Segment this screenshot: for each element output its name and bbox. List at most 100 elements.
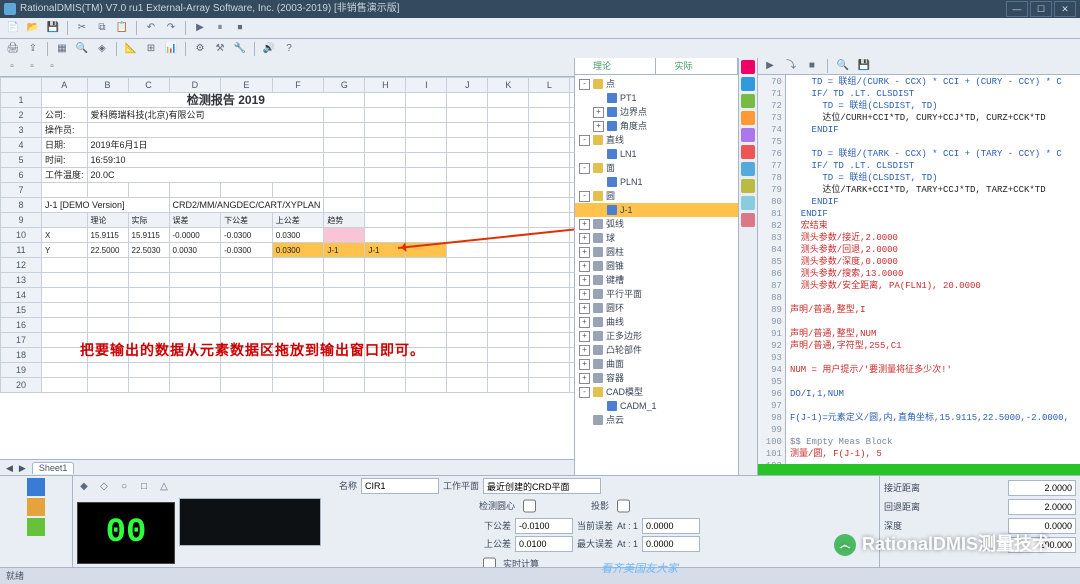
align-icon[interactable]: ⊞: [142, 40, 160, 58]
side-icon-7[interactable]: [741, 162, 755, 176]
tree-node[interactable]: +键槽: [575, 273, 738, 287]
tree-node[interactable]: -直线: [575, 133, 738, 147]
tree-node[interactable]: +角度点: [575, 119, 738, 133]
undo-icon[interactable]: ↶: [142, 19, 160, 37]
tool3-icon[interactable]: 🔧: [231, 40, 249, 58]
workplane-input[interactable]: [483, 478, 601, 494]
code-step-icon[interactable]: ⤵: [782, 57, 800, 75]
expand-icon[interactable]: +: [579, 303, 590, 314]
expand-icon[interactable]: +: [579, 261, 590, 272]
expand-icon[interactable]: +: [579, 219, 590, 230]
tree-node[interactable]: +曲面: [575, 357, 738, 371]
minimize-button[interactable]: —: [1006, 1, 1028, 17]
expand-icon[interactable]: +: [579, 373, 590, 384]
tree-node[interactable]: +容器: [575, 371, 738, 385]
name-input[interactable]: [361, 478, 439, 494]
tree-node[interactable]: +凸轮部件: [575, 343, 738, 357]
tree-node[interactable]: +圆柱: [575, 245, 738, 259]
tool2-icon[interactable]: ⚒: [211, 40, 229, 58]
dock-icon-2[interactable]: ◇: [95, 478, 113, 496]
expand-icon[interactable]: +: [579, 345, 590, 356]
expand-icon[interactable]: -: [579, 191, 590, 202]
side-icon-1[interactable]: [741, 60, 755, 74]
tree-node[interactable]: +平行平面: [575, 287, 738, 301]
stop-icon[interactable]: ⏹: [231, 19, 249, 37]
print-icon[interactable]: 🖨: [4, 40, 22, 58]
side-icon-9[interactable]: [741, 196, 755, 210]
open-icon[interactable]: 📂: [24, 19, 42, 37]
tree-node[interactable]: +正多边形: [575, 329, 738, 343]
dock-icon-1[interactable]: ◆: [75, 478, 93, 496]
code-save-icon[interactable]: 💾: [855, 57, 873, 75]
ltol-input[interactable]: [515, 518, 573, 534]
tree-node[interactable]: LN1LN1: [575, 147, 738, 161]
redo-icon[interactable]: ↷: [162, 19, 180, 37]
detect-checkbox[interactable]: [523, 499, 536, 513]
new-file-icon[interactable]: 📄: [4, 19, 22, 37]
code-stop-icon[interactable]: ■: [803, 57, 821, 75]
voice-icon[interactable]: 🔊: [260, 40, 278, 58]
help-icon[interactable]: ?: [280, 40, 298, 58]
cut-icon[interactable]: ✂: [73, 19, 91, 37]
side-icon-6[interactable]: [741, 145, 755, 159]
paste-icon[interactable]: 📋: [113, 19, 131, 37]
code-find-icon[interactable]: 🔍: [834, 57, 852, 75]
tree-node[interactable]: -面: [575, 161, 738, 175]
side-icon-3[interactable]: [741, 94, 755, 108]
tab-sheet1[interactable]: Sheet1: [32, 462, 75, 474]
tree-node[interactable]: -圆: [575, 189, 738, 203]
close-button[interactable]: ✕: [1054, 1, 1076, 17]
expand-icon[interactable]: -: [579, 79, 590, 90]
expand-icon[interactable]: +: [579, 289, 590, 300]
sheet-new-icon[interactable]: ▫: [3, 58, 21, 76]
curdev-input[interactable]: [642, 518, 700, 534]
tree-node[interactable]: +圆锥: [575, 259, 738, 273]
tree-node[interactable]: -CAD模型: [575, 385, 738, 399]
feature-tree[interactable]: -点PT1PT1+边界点+角度点-直线LN1LN1-面PLN1PLN1-圆J-1…: [575, 75, 738, 476]
tree-node[interactable]: +球: [575, 231, 738, 245]
proj-checkbox[interactable]: [617, 499, 630, 513]
tool1-icon[interactable]: ⚙: [191, 40, 209, 58]
tree-node[interactable]: +圆环: [575, 301, 738, 315]
sheet-tabs[interactable]: ◀▶ Sheet1: [0, 459, 574, 476]
retreat-input[interactable]: [1008, 499, 1076, 515]
expand-icon[interactable]: +: [579, 275, 590, 286]
tree-node[interactable]: -点: [575, 77, 738, 91]
side-icon-2[interactable]: [741, 77, 755, 91]
tree-node[interactable]: J-1J-1: [575, 203, 738, 217]
report-icon[interactable]: 📊: [162, 40, 180, 58]
maximize-button[interactable]: ☐: [1030, 1, 1052, 17]
expand-icon[interactable]: +: [579, 331, 590, 342]
view3d-icon[interactable]: ◈: [93, 40, 111, 58]
side-icon-5[interactable]: [741, 128, 755, 142]
dock-icon-3[interactable]: ○: [115, 478, 133, 496]
pause-icon[interactable]: ⏸: [211, 19, 229, 37]
sheet-save-icon[interactable]: ▫: [43, 58, 61, 76]
tree-node[interactable]: +边界点: [575, 105, 738, 119]
measure-icon[interactable]: 📐: [122, 40, 140, 58]
code-editor[interactable]: 7071727374757677787980818283848586878889…: [758, 75, 1080, 464]
expand-icon[interactable]: +: [593, 121, 604, 132]
export-icon[interactable]: ⇪: [24, 40, 42, 58]
code-run-icon[interactable]: ▶: [761, 57, 779, 75]
utol-input[interactable]: [515, 536, 573, 552]
approach-input[interactable]: [1008, 480, 1076, 496]
tree-node[interactable]: PLN1PLN1: [575, 175, 738, 189]
expand-icon[interactable]: +: [579, 359, 590, 370]
tree-node[interactable]: +弧线: [575, 217, 738, 231]
expand-icon[interactable]: +: [579, 247, 590, 258]
expand-icon[interactable]: -: [579, 135, 590, 146]
side-icon-4[interactable]: [741, 111, 755, 125]
maxdev-input[interactable]: [642, 536, 700, 552]
dock-icon-4[interactable]: □: [135, 478, 153, 496]
dock-probe-icon[interactable]: [27, 478, 45, 496]
tree-node[interactable]: CADM_1Man_part_山鸡哥子.stp: [575, 399, 738, 413]
depth-input[interactable]: [1008, 518, 1076, 534]
expand-icon[interactable]: -: [579, 387, 590, 398]
expand-icon[interactable]: +: [593, 107, 604, 118]
save-icon[interactable]: 💾: [44, 19, 62, 37]
expand-icon[interactable]: +: [579, 233, 590, 244]
zoom-icon[interactable]: 🔍: [73, 40, 91, 58]
expand-icon[interactable]: +: [579, 317, 590, 328]
side-icon-10[interactable]: [741, 213, 755, 227]
